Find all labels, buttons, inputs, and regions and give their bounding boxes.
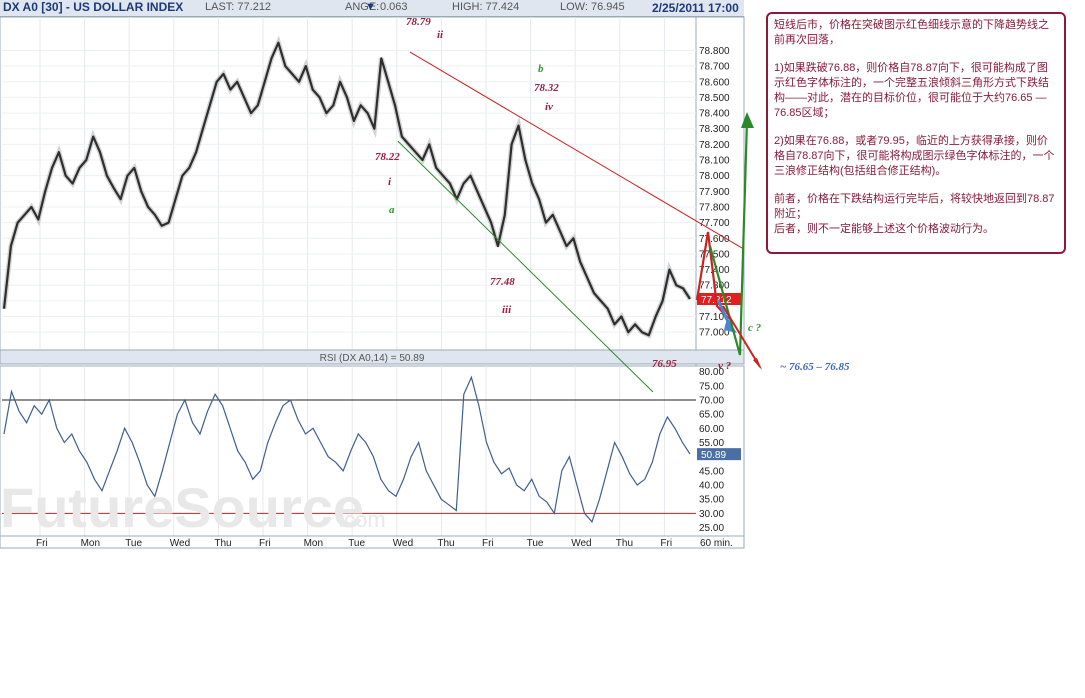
x-tick-label: Fri (660, 538, 672, 549)
wave-ii-label: ii (437, 29, 444, 41)
x-tick-label: Wed (170, 538, 190, 549)
high-price: HIGH: 77.424 (452, 1, 520, 13)
x-tick-label: Tue (348, 538, 365, 549)
note-intro: 短线后市，价格在突破图示红色细线示意的下降趋势线之前再次回落， (774, 19, 1049, 46)
rsi-tick-label: 75.00 (699, 381, 724, 392)
x-tick-label: Mon (304, 538, 323, 549)
rsi-tick-label: 25.00 (699, 523, 724, 534)
wave-c-label: c ? (748, 322, 762, 334)
x-tick-label: Thu (616, 538, 633, 549)
wave-i-price: 78.22 (375, 151, 400, 163)
rsi-tick-label: 35.00 (699, 495, 724, 506)
x-tick-label: Thu (437, 538, 454, 549)
rsi-tick-label: 40.00 (699, 481, 724, 492)
rsi-title: RSI (DX A0,14) = 50.89 (320, 353, 425, 364)
rsi-tick-label: 70.00 (699, 396, 724, 407)
analysis-note-box: 短线后市，价格在突破图示红色细线示意的下降趋势线之前再次回落， 1)如果跌破76… (766, 12, 1066, 254)
rsi-tick-label: 30.00 (699, 509, 724, 520)
x-tick-label: Fri (259, 538, 271, 549)
target-range-label: ~ 76.65 – 76.85 (780, 361, 850, 373)
note-scenario-1: 1)如果跌破76.88，则价格自78.87向下，很可能构成了图示红色字体标注的，… (774, 62, 1049, 119)
rsi-tick-label: 60.00 (699, 424, 724, 435)
price-tick-label: 78.000 (699, 171, 730, 182)
price-tick-label: 77.400 (699, 265, 730, 276)
price-tick-label: 78.600 (699, 77, 730, 88)
x-tick-label: Tue (527, 538, 544, 549)
wave-iii-price: 77.48 (490, 276, 515, 288)
price-tick-label: 78.700 (699, 62, 730, 73)
x-tick-label: Tue (125, 538, 142, 549)
wave-v-label: v ? (718, 360, 732, 372)
price-tick-label: 78.100 (699, 156, 730, 167)
note-scenario-2: 2)如果在76.88，或者79.95，临近的上方获得承接，则价格自78.87向下… (774, 135, 1055, 177)
wave-iv-price: 78.32 (534, 82, 559, 94)
down-arrow-icon: ▼ (365, 1, 376, 13)
x-axis: Fri Mon Tue Wed Thu Fri Mon Tue Wed Thu Fri Tue Wed T… (0, 535, 745, 549)
chart-title: DX A0 [30] - US DOLLAR INDEX (3, 0, 184, 14)
price-tick-label: 78.800 (699, 46, 730, 57)
wave-low-price: 76.95 (652, 358, 677, 370)
rsi-tick-label: 65.00 (699, 410, 724, 421)
price-tick-label: 78.400 (699, 109, 730, 120)
wave-b-label: b (538, 63, 544, 75)
change-value: 0.063 (380, 1, 408, 13)
price-tick-label: 78.200 (699, 140, 730, 151)
low-price: LOW: 76.945 (560, 1, 625, 13)
note-conclusion: 前者，价格在下跌结构运行完毕后，将较快地返回到78.87附近； 后者，则不一定能… (774, 193, 1055, 235)
x-unit-label: 60 min. (700, 538, 733, 549)
price-tick-label: 77.800 (699, 202, 730, 213)
price-tick-label: 77.700 (699, 218, 730, 229)
price-tick-label: 77.600 (699, 234, 730, 245)
wave-ii-price: 78.79 (406, 16, 431, 28)
watermark: FutureSource (0, 476, 364, 539)
price-tick-label: 78.500 (699, 93, 730, 104)
last-price: LAST: 77.212 (205, 1, 272, 13)
x-tick-label: Mon (81, 538, 100, 549)
rsi-tick-label: 55.00 (699, 438, 724, 449)
x-tick-label: Wed (571, 538, 591, 549)
price-tick-label: 78.300 (699, 124, 730, 135)
x-tick-label: Fri (36, 538, 48, 549)
x-tick-label: Thu (214, 538, 231, 549)
wave-iv-label: iv (545, 101, 553, 113)
x-tick-label: Fri (482, 538, 494, 549)
red-arrowhead-icon (753, 358, 762, 370)
wave-iii-label: iii (502, 304, 512, 316)
rsi-panel: RSI (DX A0,14) = 50.8980.0075.0070.0065.… (0, 349, 745, 539)
x-tick-label: Wed (393, 538, 413, 549)
rsi-last-label: 50.89 (701, 450, 726, 461)
watermark-suffix: .com (338, 507, 386, 532)
chart-header: DX A0 [30] - US DOLLAR INDEX LAST: 77.21… (0, 0, 744, 17)
rsi-tick-label: 45.00 (699, 466, 724, 477)
wave-a-label: a (389, 204, 395, 216)
price-tick-label: 77.900 (699, 187, 730, 198)
chart-datetime: 2/25/2011 17:00 (652, 1, 739, 15)
